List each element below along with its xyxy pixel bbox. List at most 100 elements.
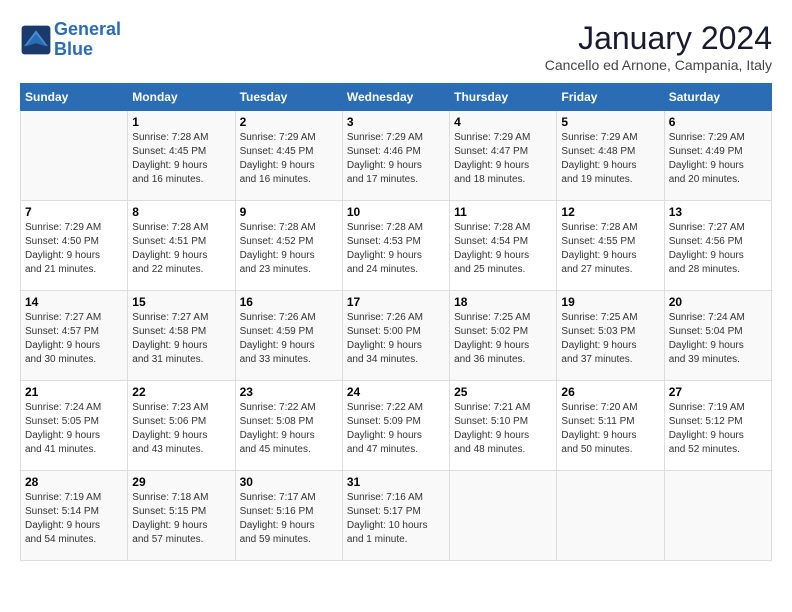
calendar-cell [450,471,557,561]
day-info: Sunrise: 7:28 AM Sunset: 4:54 PM Dayligh… [454,221,552,277]
day-info: Sunrise: 7:25 AM Sunset: 5:03 PM Dayligh… [561,311,659,367]
day-number: 30 [240,475,338,489]
day-number: 29 [132,475,230,489]
day-number: 19 [561,295,659,309]
calendar-cell: 16 Sunrise: 7:26 AM Sunset: 4:59 PM Dayli… [235,291,342,381]
day-number: 7 [25,205,123,219]
day-number: 4 [454,115,552,129]
day-number: 13 [669,205,767,219]
day-info: Sunrise: 7:29 AM Sunset: 4:50 PM Dayligh… [25,221,123,277]
calendar-cell [21,111,128,201]
calendar-cell: 29 Sunrise: 7:18 AM Sunset: 5:15 PM Dayli… [128,471,235,561]
calendar-cell: 8 Sunrise: 7:28 AM Sunset: 4:51 PM Daylig… [128,201,235,291]
calendar-cell: 23 Sunrise: 7:22 AM Sunset: 5:08 PM Dayli… [235,381,342,471]
day-info: Sunrise: 7:27 AM Sunset: 4:58 PM Dayligh… [132,311,230,367]
day-number: 12 [561,205,659,219]
calendar-cell: 13 Sunrise: 7:27 AM Sunset: 4:56 PM Dayli… [664,201,771,291]
calendar-cell: 31 Sunrise: 7:16 AM Sunset: 5:17 PM Dayli… [342,471,449,561]
day-info: Sunrise: 7:27 AM Sunset: 4:57 PM Dayligh… [25,311,123,367]
day-info: Sunrise: 7:19 AM Sunset: 5:14 PM Dayligh… [25,491,123,547]
calendar-week-row: 1Sunrise: 7:28 AM Sunset: 4:45 PM Daylig… [21,111,772,201]
day-info: Sunrise: 7:29 AM Sunset: 4:47 PM Dayligh… [454,131,552,187]
calendar-week-row: 7 Sunrise: 7:29 AM Sunset: 4:50 PM Daylig… [21,201,772,291]
day-number: 8 [132,205,230,219]
day-number: 5 [561,115,659,129]
calendar-day-header: Friday [557,84,664,111]
day-info: Sunrise: 7:18 AM Sunset: 5:15 PM Dayligh… [132,491,230,547]
day-info: Sunrise: 7:28 AM Sunset: 4:55 PM Dayligh… [561,221,659,277]
day-number: 26 [561,385,659,399]
calendar-cell: 11 Sunrise: 7:28 AM Sunset: 4:54 PM Dayli… [450,201,557,291]
day-info: Sunrise: 7:29 AM Sunset: 4:46 PM Dayligh… [347,131,445,187]
calendar-cell: 3Sunrise: 7:29 AM Sunset: 4:46 PM Daylig… [342,111,449,201]
header: General Blue January 2024 Cancello ed Ar… [20,20,772,73]
calendar-cell: 15 Sunrise: 7:27 AM Sunset: 4:58 PM Dayli… [128,291,235,381]
logo-general: General [54,19,121,39]
calendar-cell: 12 Sunrise: 7:28 AM Sunset: 4:55 PM Dayli… [557,201,664,291]
calendar-day-header: Sunday [21,84,128,111]
calendar-day-header: Monday [128,84,235,111]
calendar-cell: 7 Sunrise: 7:29 AM Sunset: 4:50 PM Daylig… [21,201,128,291]
day-info: Sunrise: 7:28 AM Sunset: 4:52 PM Dayligh… [240,221,338,277]
day-info: Sunrise: 7:29 AM Sunset: 4:49 PM Dayligh… [669,131,767,187]
day-number: 6 [669,115,767,129]
day-info: Sunrise: 7:24 AM Sunset: 5:05 PM Dayligh… [25,401,123,457]
day-info: Sunrise: 7:23 AM Sunset: 5:06 PM Dayligh… [132,401,230,457]
calendar-cell: 2Sunrise: 7:29 AM Sunset: 4:45 PM Daylig… [235,111,342,201]
calendar-day-header: Wednesday [342,84,449,111]
day-number: 31 [347,475,445,489]
day-info: Sunrise: 7:21 AM Sunset: 5:10 PM Dayligh… [454,401,552,457]
calendar-cell: 26 Sunrise: 7:20 AM Sunset: 5:11 PM Dayli… [557,381,664,471]
calendar-cell: 9Sunrise: 7:28 AM Sunset: 4:52 PM Daylig… [235,201,342,291]
day-info: Sunrise: 7:27 AM Sunset: 4:56 PM Dayligh… [669,221,767,277]
day-number: 15 [132,295,230,309]
calendar-cell: 28 Sunrise: 7:19 AM Sunset: 5:14 PM Dayli… [21,471,128,561]
day-number: 21 [25,385,123,399]
day-number: 28 [25,475,123,489]
calendar-week-row: 14 Sunrise: 7:27 AM Sunset: 4:57 PM Dayli… [21,291,772,381]
calendar-day-header: Tuesday [235,84,342,111]
day-info: Sunrise: 7:26 AM Sunset: 4:59 PM Dayligh… [240,311,338,367]
day-info: Sunrise: 7:20 AM Sunset: 5:11 PM Dayligh… [561,401,659,457]
day-number: 17 [347,295,445,309]
calendar-cell: 18Sunrise: 7:25 AM Sunset: 5:02 PM Dayli… [450,291,557,381]
calendar-cell: 19 Sunrise: 7:25 AM Sunset: 5:03 PM Dayli… [557,291,664,381]
day-info: Sunrise: 7:25 AM Sunset: 5:02 PM Dayligh… [454,311,552,367]
logo: General Blue [20,20,121,60]
calendar-cell: 22 Sunrise: 7:23 AM Sunset: 5:06 PM Dayli… [128,381,235,471]
calendar-cell: 1Sunrise: 7:28 AM Sunset: 4:45 PM Daylig… [128,111,235,201]
calendar-cell: 5Sunrise: 7:29 AM Sunset: 4:48 PM Daylig… [557,111,664,201]
calendar-header-row: SundayMondayTuesdayWednesdayThursdayFrid… [21,84,772,111]
day-number: 23 [240,385,338,399]
day-info: Sunrise: 7:22 AM Sunset: 5:08 PM Dayligh… [240,401,338,457]
calendar-cell [664,471,771,561]
calendar-cell: 21 Sunrise: 7:24 AM Sunset: 5:05 PM Dayli… [21,381,128,471]
calendar-cell: 10Sunrise: 7:28 AM Sunset: 4:53 PM Dayli… [342,201,449,291]
calendar-week-row: 21 Sunrise: 7:24 AM Sunset: 5:05 PM Dayli… [21,381,772,471]
day-info: Sunrise: 7:28 AM Sunset: 4:45 PM Dayligh… [132,131,230,187]
day-info: Sunrise: 7:16 AM Sunset: 5:17 PM Dayligh… [347,491,445,547]
calendar-cell: 4 Sunrise: 7:29 AM Sunset: 4:47 PM Daylig… [450,111,557,201]
day-number: 27 [669,385,767,399]
calendar-week-row: 28 Sunrise: 7:19 AM Sunset: 5:14 PM Dayli… [21,471,772,561]
day-info: Sunrise: 7:28 AM Sunset: 4:51 PM Dayligh… [132,221,230,277]
calendar-cell: 6 Sunrise: 7:29 AM Sunset: 4:49 PM Daylig… [664,111,771,201]
logo-text: General Blue [54,20,121,60]
day-info: Sunrise: 7:29 AM Sunset: 4:45 PM Dayligh… [240,131,338,187]
day-number: 16 [240,295,338,309]
day-info: Sunrise: 7:28 AM Sunset: 4:53 PM Dayligh… [347,221,445,277]
day-number: 11 [454,205,552,219]
day-info: Sunrise: 7:24 AM Sunset: 5:04 PM Dayligh… [669,311,767,367]
calendar-cell: 20Sunrise: 7:24 AM Sunset: 5:04 PM Dayli… [664,291,771,381]
calendar-cell: 14 Sunrise: 7:27 AM Sunset: 4:57 PM Dayli… [21,291,128,381]
calendar-cell: 25 Sunrise: 7:21 AM Sunset: 5:10 PM Dayli… [450,381,557,471]
day-info: Sunrise: 7:26 AM Sunset: 5:00 PM Dayligh… [347,311,445,367]
month-title: January 2024 [545,20,772,57]
day-info: Sunrise: 7:17 AM Sunset: 5:16 PM Dayligh… [240,491,338,547]
day-number: 22 [132,385,230,399]
calendar-cell: 17 Sunrise: 7:26 AM Sunset: 5:00 PM Dayli… [342,291,449,381]
day-number: 24 [347,385,445,399]
logo-blue: Blue [54,39,93,59]
day-number: 14 [25,295,123,309]
day-number: 25 [454,385,552,399]
